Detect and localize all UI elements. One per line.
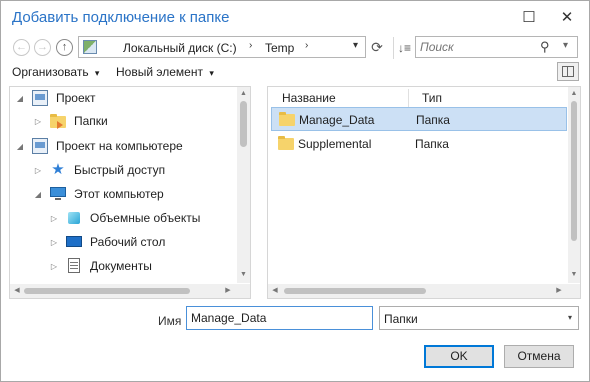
collapsed-arrow-icon[interactable]: ▷	[48, 262, 60, 271]
file-type: Папка	[415, 137, 449, 151]
file-row[interactable]: Manage_Data Папка	[271, 107, 567, 131]
3d-objects-icon	[66, 210, 82, 226]
tree-item-label: Документы	[90, 259, 152, 273]
tree-item-desktop[interactable]: ▷ Рабочий стол	[48, 231, 165, 253]
maximize-button[interactable]: ☐	[518, 7, 540, 29]
item-type-select[interactable]: Папки ▾	[379, 306, 579, 330]
project-icon	[32, 90, 48, 106]
tree-item-project-on-computer[interactable]: ◢ Проект на компьютере	[14, 135, 183, 157]
new-item-label: Новый элемент	[116, 65, 203, 79]
folder-icon	[279, 112, 295, 126]
chevron-down-icon: ▾	[209, 68, 214, 78]
scroll-down-arrow-icon[interactable]: ▼	[569, 270, 579, 280]
ok-button[interactable]: OK	[424, 345, 494, 368]
scroll-left-arrow-icon[interactable]: ◀	[270, 286, 280, 296]
title-bar: Добавить подключение к папке ☐ ✕	[1, 1, 589, 35]
tree-item-label: Папки	[74, 114, 108, 128]
tree-item-label: Быстрый доступ	[74, 163, 166, 177]
list-horizontal-scrollbar[interactable]: ◀ ▶	[268, 284, 580, 298]
folder-icon	[50, 113, 66, 129]
file-name: Supplemental	[298, 137, 372, 151]
close-button[interactable]: ✕	[556, 7, 578, 29]
chevron-down-icon[interactable]: ▾	[563, 40, 568, 51]
address-segment-folder[interactable]: Temp	[265, 41, 294, 55]
tree-vertical-scrollbar[interactable]: ▲ ▼	[237, 87, 250, 283]
scroll-thumb[interactable]	[240, 101, 247, 147]
column-divider[interactable]	[408, 89, 409, 107]
tree-horizontal-scrollbar[interactable]: ◀ ▶	[10, 284, 250, 298]
location-icon	[83, 40, 97, 54]
name-field[interactable]	[186, 306, 373, 330]
chevron-down-icon[interactable]: ▾	[568, 313, 572, 322]
expanded-arrow-icon[interactable]: ◢	[32, 190, 44, 199]
scroll-thumb[interactable]	[571, 101, 577, 241]
dialog-title: Добавить подключение к папке	[12, 9, 230, 26]
address-dropdown-icon[interactable]: ▾	[353, 40, 358, 51]
view-options-button[interactable]	[557, 62, 579, 81]
tree-item-label: Проект	[56, 91, 96, 105]
scroll-up-arrow-icon[interactable]: ▲	[569, 89, 579, 99]
folder-icon	[278, 136, 294, 150]
sort-icon[interactable]: ↓≡	[393, 37, 415, 59]
scroll-right-arrow-icon[interactable]: ▶	[554, 286, 564, 296]
computer-icon	[50, 186, 66, 202]
command-toolbar: Организовать ▾ Новый элемент ▾	[1, 61, 589, 83]
tree-item-documents[interactable]: ▷ Документы	[48, 255, 152, 277]
up-button[interactable]: ↑	[56, 39, 73, 56]
add-folder-connection-dialog: Добавить подключение к папке ☐ ✕ ← → ↑ Л…	[0, 0, 590, 382]
tree-item-folders[interactable]: ▷ Папки	[32, 110, 108, 132]
back-button[interactable]: ←	[13, 39, 30, 56]
expanded-arrow-icon[interactable]: ◢	[14, 94, 26, 103]
tree-item-label: Рабочий стол	[90, 235, 166, 249]
address-segment-drive[interactable]: Локальный диск (C:)	[123, 41, 237, 55]
scroll-up-arrow-icon[interactable]: ▲	[238, 89, 249, 99]
item-type-value: Папки	[384, 312, 418, 326]
navigation-bar: ← → ↑ Локальный диск (C:) › Temp › ▾ ⟳ ↓…	[1, 35, 589, 61]
layout-icon	[562, 66, 574, 77]
desktop-icon	[66, 234, 82, 250]
collapsed-arrow-icon[interactable]: ▷	[48, 214, 60, 223]
tree-item-quick-access[interactable]: ▷ ★ Быстрый доступ	[32, 159, 165, 181]
navigation-tree-pane: ◢ Проект ▷ Папки ◢ Проект на компьютере …	[9, 86, 251, 299]
organize-label: Организовать	[12, 65, 89, 79]
collapsed-arrow-icon[interactable]: ▷	[32, 117, 44, 126]
tree-item-label: Объемные объекты	[90, 211, 201, 225]
cancel-button[interactable]: Отмена	[504, 345, 574, 368]
file-type: Папка	[416, 113, 450, 127]
chevron-right-icon[interactable]: ›	[249, 40, 252, 51]
star-icon: ★	[51, 161, 65, 178]
scroll-right-arrow-icon[interactable]: ▶	[223, 286, 233, 296]
name-label: Имя	[158, 314, 182, 328]
search-input[interactable]	[420, 40, 530, 54]
search-icon[interactable]: ⚲	[540, 39, 550, 55]
tree-item-label: Этот компьютер	[74, 187, 164, 201]
file-list-pane: Название Тип Manage_Data Папка Supplemen…	[267, 86, 581, 299]
search-box[interactable]: ⚲ ▾	[415, 36, 578, 58]
scroll-left-arrow-icon[interactable]: ◀	[12, 286, 22, 296]
chevron-down-icon: ▾	[94, 68, 100, 78]
collapsed-arrow-icon[interactable]: ▷	[48, 238, 60, 247]
organize-menu-button[interactable]: Организовать ▾	[12, 65, 99, 79]
collapsed-arrow-icon[interactable]: ▷	[32, 166, 44, 175]
file-row[interactable]: Supplemental Папка	[271, 132, 567, 156]
tree-item-project[interactable]: ◢ Проект	[14, 87, 96, 109]
tree-item-label: Проект на компьютере	[56, 139, 183, 153]
new-item-menu-button[interactable]: Новый элемент ▾	[116, 65, 214, 79]
forward-button[interactable]: →	[34, 39, 51, 56]
expanded-arrow-icon[interactable]: ◢	[14, 142, 26, 151]
scroll-down-arrow-icon[interactable]: ▼	[238, 270, 249, 280]
refresh-icon[interactable]: ⟳	[368, 38, 386, 56]
list-vertical-scrollbar[interactable]: ▲ ▼	[568, 87, 580, 283]
tree-item-3d-objects[interactable]: ▷ Объемные объекты	[48, 207, 200, 229]
project-computer-icon	[32, 138, 48, 154]
tree-item-this-pc[interactable]: ◢ Этот компьютер	[32, 183, 164, 205]
address-bar[interactable]: Локальный диск (C:) › Temp › ▾	[78, 36, 366, 58]
documents-icon	[66, 258, 82, 274]
column-header-type[interactable]: Тип	[422, 87, 442, 109]
scroll-thumb[interactable]	[24, 288, 190, 294]
column-header-name[interactable]: Название	[282, 87, 336, 109]
scroll-thumb[interactable]	[284, 288, 426, 294]
chevron-right-icon[interactable]: ›	[305, 40, 308, 51]
file-name: Manage_Data	[299, 113, 375, 127]
